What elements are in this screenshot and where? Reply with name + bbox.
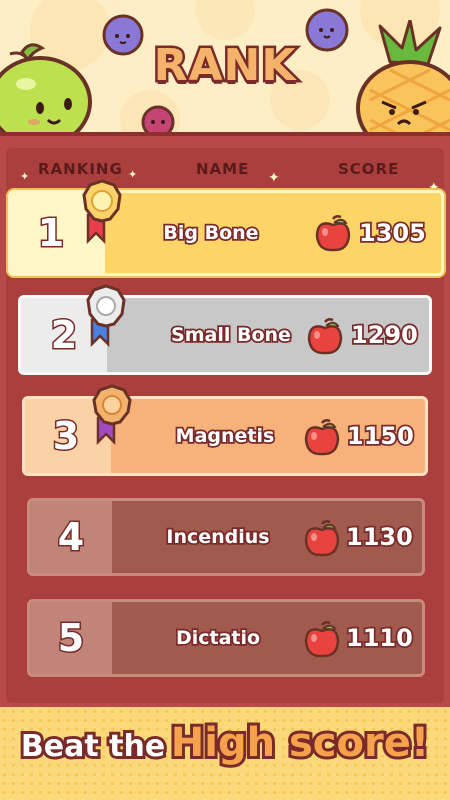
apple-icon xyxy=(307,318,343,355)
player-name: Magnetis xyxy=(174,423,276,449)
bronze-medal-icon xyxy=(92,384,132,446)
player-score: 1110 xyxy=(344,622,414,654)
leaderboard-row: 5 Dictatio 1110 xyxy=(27,599,425,677)
page-title: RANK xyxy=(151,38,298,94)
player-name: Incendius xyxy=(165,524,272,550)
player-score: 1130 xyxy=(344,521,414,553)
player-name: Small Bone xyxy=(169,322,292,348)
player-name: Dictatio xyxy=(174,625,262,651)
player-score: 1150 xyxy=(345,420,415,452)
player-score: 1305 xyxy=(357,217,427,249)
player-score: 1290 xyxy=(349,319,419,351)
sparkle-icon: ✦ xyxy=(268,170,280,186)
rank-number: 4 xyxy=(56,514,85,561)
promo-prefix: Beat the xyxy=(18,726,168,767)
player-name: Big Bone xyxy=(162,220,261,246)
apple-icon xyxy=(304,520,340,557)
leaderboard-row: 3 Magnetis 1150 xyxy=(22,396,428,476)
sparkle-icon: ✦ xyxy=(20,170,30,183)
promo-text: Beat the High score! xyxy=(0,717,450,769)
apple-icon xyxy=(315,215,351,252)
gold-medal-icon xyxy=(82,179,122,245)
apple-icon xyxy=(304,621,340,658)
header: RANK xyxy=(0,0,450,140)
column-header-name: NAME xyxy=(196,160,250,178)
rank-number: 5 xyxy=(56,615,85,662)
silver-medal-icon xyxy=(86,284,126,348)
promo-highlight: High score! xyxy=(168,717,432,769)
apple-icon xyxy=(304,419,340,456)
leaderboard-row: 4 Incendius 1130 xyxy=(27,498,425,576)
column-header-score: SCORE xyxy=(338,160,400,178)
